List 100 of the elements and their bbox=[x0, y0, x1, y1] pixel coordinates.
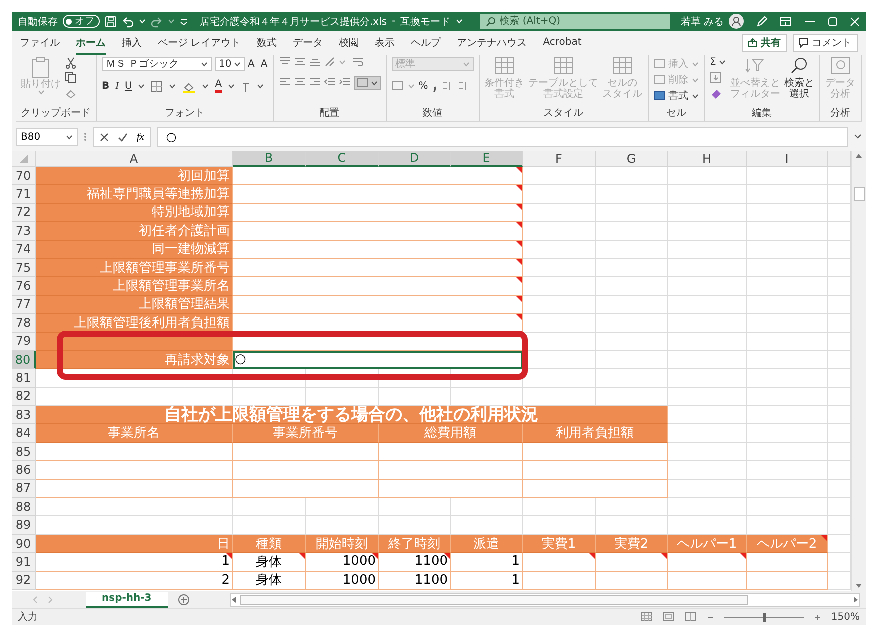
row-header[interactable]: 88 bbox=[12, 498, 36, 516]
menu-tab[interactable]: ファイル bbox=[20, 32, 60, 54]
title-separator: - bbox=[392, 16, 396, 27]
column-header[interactable]: H bbox=[668, 151, 747, 167]
column-header[interactable]: E bbox=[451, 151, 523, 167]
row-header[interactable]: 85 bbox=[12, 442, 36, 462]
insert-function-button[interactable]: fx bbox=[137, 132, 144, 142]
underline-button[interactable]: U bbox=[124, 81, 132, 92]
column-header[interactable]: D bbox=[379, 151, 451, 167]
row-header[interactable]: 77 bbox=[12, 296, 36, 314]
table-header: 利用者負担額 bbox=[523, 424, 668, 443]
share-button[interactable]: 共有 bbox=[742, 34, 787, 52]
search-field[interactable]: 検索 (Alt+Q) bbox=[480, 14, 670, 29]
grow-font-button[interactable]: A bbox=[248, 58, 255, 70]
row-header[interactable]: 82 bbox=[12, 388, 36, 406]
column-header[interactable]: G bbox=[596, 151, 668, 167]
column-header[interactable]: A bbox=[36, 151, 233, 167]
italic-button[interactable]: I bbox=[116, 81, 119, 92]
table-header: 実費1 bbox=[523, 534, 596, 554]
group-label: 配置 bbox=[318, 108, 341, 121]
row-header[interactable]: 74 bbox=[12, 240, 36, 259]
row-label: 特別地域加算 bbox=[36, 204, 233, 222]
formula-field[interactable]: ○ bbox=[157, 127, 848, 147]
row-header[interactable]: 83 bbox=[12, 406, 36, 424]
shrink-font-button[interactable]: A bbox=[260, 58, 268, 70]
menu-tab[interactable]: アンテナハウス bbox=[457, 32, 528, 54]
row-header[interactable]: 78 bbox=[12, 314, 36, 333]
table-cell: 1000 bbox=[306, 572, 379, 590]
table-header: ヘルパー2 bbox=[747, 534, 828, 554]
table-cell: 1100 bbox=[379, 553, 451, 572]
menu-tab[interactable]: 挿入 bbox=[122, 32, 142, 54]
document-title: 居宅介護令和４年４月サービス提供分.xls bbox=[200, 16, 388, 28]
row-header[interactable]: 91 bbox=[12, 553, 36, 572]
menu-tab[interactable]: ページ レイアウト bbox=[158, 32, 242, 54]
row-label: 上限額管理事業所番号 bbox=[36, 258, 233, 278]
name-box[interactable]: B80 bbox=[16, 128, 78, 146]
autosum-button[interactable]: Σ bbox=[710, 57, 716, 68]
row-header[interactable]: 81 bbox=[12, 369, 36, 388]
percent-button[interactable]: % bbox=[418, 80, 428, 92]
ribbon-button[interactable]: 検索と 選択 bbox=[784, 57, 814, 100]
comment-button[interactable]: コメント bbox=[793, 34, 858, 52]
sheet-tab[interactable]: nsp-hh-3 bbox=[86, 592, 168, 608]
table-cell: 身体 bbox=[233, 553, 306, 572]
row-header[interactable]: 87 bbox=[12, 480, 36, 498]
input-cell[interactable]: ○ bbox=[233, 350, 523, 370]
group-label: クリップボード bbox=[21, 108, 91, 121]
table-cell: 身体 bbox=[233, 572, 306, 590]
group-label: 分析 bbox=[830, 108, 852, 121]
group-label: 編集 bbox=[751, 108, 774, 121]
row-header[interactable]: 90 bbox=[12, 534, 36, 554]
menu-tab[interactable]: Acrobat bbox=[543, 33, 582, 53]
group-label: 数値 bbox=[422, 108, 444, 121]
row-header[interactable]: 92 bbox=[12, 572, 36, 590]
row-header[interactable]: 72 bbox=[12, 204, 36, 222]
menu-tab[interactable]: 表示 bbox=[375, 32, 396, 54]
user-name: 若草 みる bbox=[680, 16, 724, 28]
menu-tab[interactable]: 校閲 bbox=[339, 32, 360, 54]
ribbon-button[interactable]: 書式 bbox=[654, 89, 699, 103]
group-label: フォント bbox=[164, 108, 206, 121]
row-header[interactable]: 86 bbox=[12, 461, 36, 480]
table-header: 日 bbox=[36, 534, 233, 554]
column-header[interactable]: F bbox=[523, 151, 596, 167]
column-header[interactable]: B bbox=[233, 151, 306, 167]
table-cell: 1 bbox=[36, 553, 233, 572]
table-cell: 1 bbox=[451, 572, 523, 590]
table-header: 開始時刻 bbox=[306, 534, 379, 554]
row-header[interactable]: 84 bbox=[12, 424, 36, 443]
column-header[interactable]: C bbox=[306, 151, 379, 167]
font-size-field[interactable]: 10 bbox=[215, 57, 245, 71]
row-header[interactable]: 79 bbox=[12, 332, 36, 351]
menu-tab[interactable]: ヘルプ bbox=[411, 32, 442, 54]
table-header: 事業所番号 bbox=[233, 424, 379, 443]
row-header[interactable]: 76 bbox=[12, 277, 36, 296]
table-header: 総費用額 bbox=[379, 424, 523, 443]
table-cell: 1 bbox=[451, 553, 523, 572]
row-header[interactable]: 75 bbox=[12, 258, 36, 278]
row-header[interactable]: 73 bbox=[12, 222, 36, 241]
status-mode: 入力 bbox=[18, 610, 38, 624]
table-header: 終了時刻 bbox=[379, 534, 451, 554]
zoom-level[interactable]: 150% bbox=[831, 612, 860, 622]
row-label: 上限額管理結果 bbox=[36, 296, 233, 314]
row-header[interactable]: 89 bbox=[12, 516, 36, 535]
row-label: 初回加算 bbox=[36, 167, 233, 186]
row-label: 上限額管理後利用者負担額 bbox=[36, 314, 233, 333]
row-header[interactable]: 71 bbox=[12, 185, 36, 204]
group-label: スタイル bbox=[542, 108, 585, 121]
autosave-toggle[interactable]: オフ bbox=[63, 15, 100, 28]
font-name-field[interactable]: ＭＳ Ｐゴシック bbox=[102, 57, 212, 71]
row-header[interactable]: 70 bbox=[12, 167, 36, 186]
column-header[interactable]: I bbox=[747, 151, 828, 167]
menu-tab[interactable]: データ bbox=[293, 32, 324, 54]
table-cell: 2 bbox=[36, 572, 233, 590]
row-label: 再請求対象 bbox=[36, 350, 233, 370]
group-label: セル bbox=[665, 108, 688, 121]
row-label: 同一建物減算 bbox=[36, 240, 233, 259]
row-header[interactable]: 80 bbox=[12, 350, 36, 370]
bold-button[interactable]: B bbox=[102, 81, 110, 92]
menu-tab[interactable]: 数式 bbox=[257, 32, 278, 54]
autosave-label: 自動保存 bbox=[18, 16, 58, 28]
font-color-button[interactable]: A bbox=[215, 80, 222, 93]
